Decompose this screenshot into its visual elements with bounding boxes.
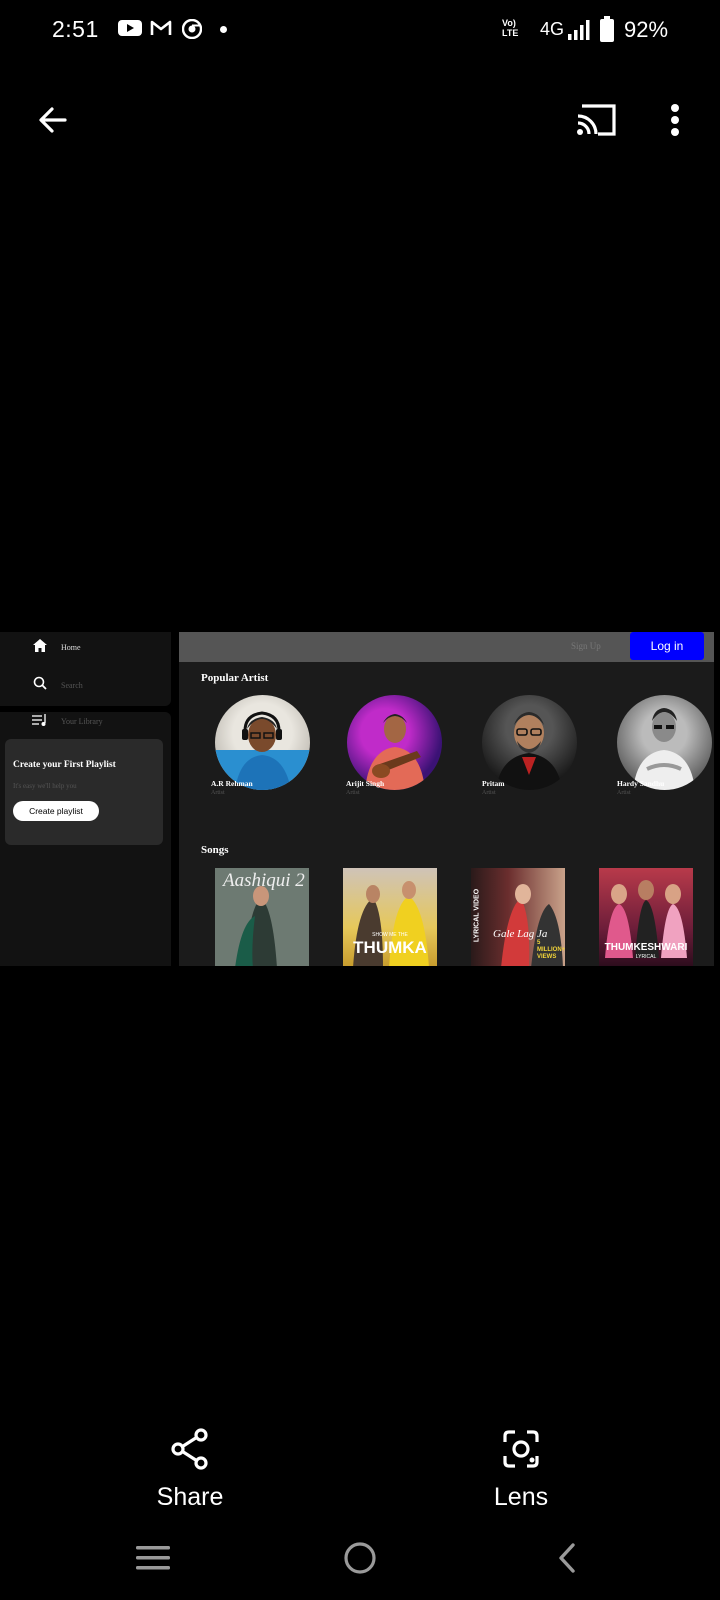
main-panel: Sign Up Log in Popular Artist A.R Rehman… (179, 632, 714, 966)
song-cover[interactable]: LYRICAL VIDEO Gale Lag Ja 5 MILLION+ VIE… (471, 868, 565, 966)
sidebar-item-search[interactable]: Search (61, 681, 83, 690)
artist-image[interactable] (617, 695, 712, 790)
share-button[interactable]: Share (120, 1428, 260, 1512)
youtube-icon (118, 20, 142, 36)
artist-image[interactable] (482, 695, 577, 790)
volte-label: Vo) LTE (502, 18, 519, 38)
main-header: Sign Up Log in (179, 632, 714, 662)
status-bar: 2:51 Vo) LTE 4G 92% (0, 0, 720, 62)
lens-button[interactable]: Lens (451, 1428, 591, 1512)
popular-artist-heading: Popular Artist (201, 672, 269, 684)
song-cover[interactable]: Aashiqui 2 (215, 868, 309, 966)
home-icon (33, 639, 47, 652)
share-icon (171, 1428, 208, 1470)
home-circle-icon (344, 1542, 376, 1574)
cast-icon (577, 104, 616, 136)
create-playlist-card: Create your First Playlist It's easy we'… (5, 739, 163, 845)
songs-heading: Songs (201, 844, 229, 856)
login-button[interactable]: Log in (630, 632, 704, 660)
back-button[interactable] (25, 92, 81, 148)
create-playlist-button[interactable]: Create playlist (13, 801, 99, 821)
create-playlist-title: Create your First Playlist (13, 760, 116, 770)
signup-link[interactable]: Sign Up (571, 641, 601, 651)
library-icon (32, 714, 46, 726)
arrow-left-icon (39, 107, 67, 133)
status-time: 2:51 (52, 16, 99, 42)
sidebar-nav: Home Search (0, 632, 171, 706)
network-type: 4G (540, 19, 565, 39)
more-options-button[interactable] (647, 92, 703, 148)
recents-icon (136, 1546, 170, 1570)
battery-icon (600, 16, 614, 42)
chevron-left-icon (559, 1543, 575, 1573)
gmail-icon (150, 20, 172, 35)
artist-photo-hardy-sandhu (633, 708, 695, 790)
song-art-side-label: LYRICAL VIDEO (473, 888, 481, 943)
song-art-title: THUMKA (353, 938, 427, 957)
lens-icon (503, 1430, 539, 1468)
more-vert-icon (671, 104, 679, 136)
back-nav-button[interactable] (537, 1536, 597, 1580)
artist-role: Artist (346, 790, 360, 796)
sidebar-library: Your Library Create your First Playlist … (0, 712, 171, 966)
artist-name[interactable]: Hardy Sandhu (617, 779, 664, 788)
song-cover[interactable]: THUMKESHWARI LYRICAL (599, 868, 693, 966)
chrome-icon (182, 19, 202, 39)
artist-image[interactable] (215, 695, 310, 790)
create-playlist-subtitle: It's easy we'll help you (13, 782, 77, 790)
cast-button[interactable] (568, 92, 624, 148)
recents-button[interactable] (123, 1536, 183, 1580)
artist-image[interactable] (347, 695, 442, 790)
sidebar-item-library[interactable]: Your Library (61, 717, 103, 726)
song-art-badge: 5 MILLION+ VIEWS (537, 940, 565, 960)
artist-photo-arijit-singh (365, 714, 425, 790)
share-label: Share (156, 1483, 224, 1511)
song-cover[interactable]: SHOW ME THE THUMKA (343, 868, 437, 966)
song-art-subtitle: LYRICAL (635, 954, 657, 960)
artist-name[interactable]: A.R Rehman (211, 779, 253, 788)
signal-icon (568, 20, 590, 40)
home-nav-button[interactable] (330, 1536, 390, 1580)
sidebar-item-home[interactable]: Home (61, 643, 81, 652)
song-art-title: THUMKESHWARI (604, 942, 688, 953)
artist-name[interactable]: Arijit Singh (346, 779, 384, 788)
notification-dot-icon (220, 26, 227, 33)
song-art-title: Gale Lag Ja (493, 928, 548, 940)
artist-name[interactable]: Pritam (482, 779, 505, 788)
lens-label: Lens (493, 1483, 549, 1511)
artist-role: Artist (211, 790, 225, 796)
screenshot-image[interactable]: Home Search Your Library Create your Fir… (0, 632, 720, 966)
battery-percentage: 92% (624, 17, 669, 42)
song-art-title: Aashiqui 2 (223, 870, 305, 891)
artist-role: Artist (482, 790, 496, 796)
artist-role: Artist (617, 790, 631, 796)
artist-photo-ar-rehman (215, 711, 310, 790)
artist-photo-pritam (496, 712, 562, 790)
search-icon (33, 676, 47, 690)
